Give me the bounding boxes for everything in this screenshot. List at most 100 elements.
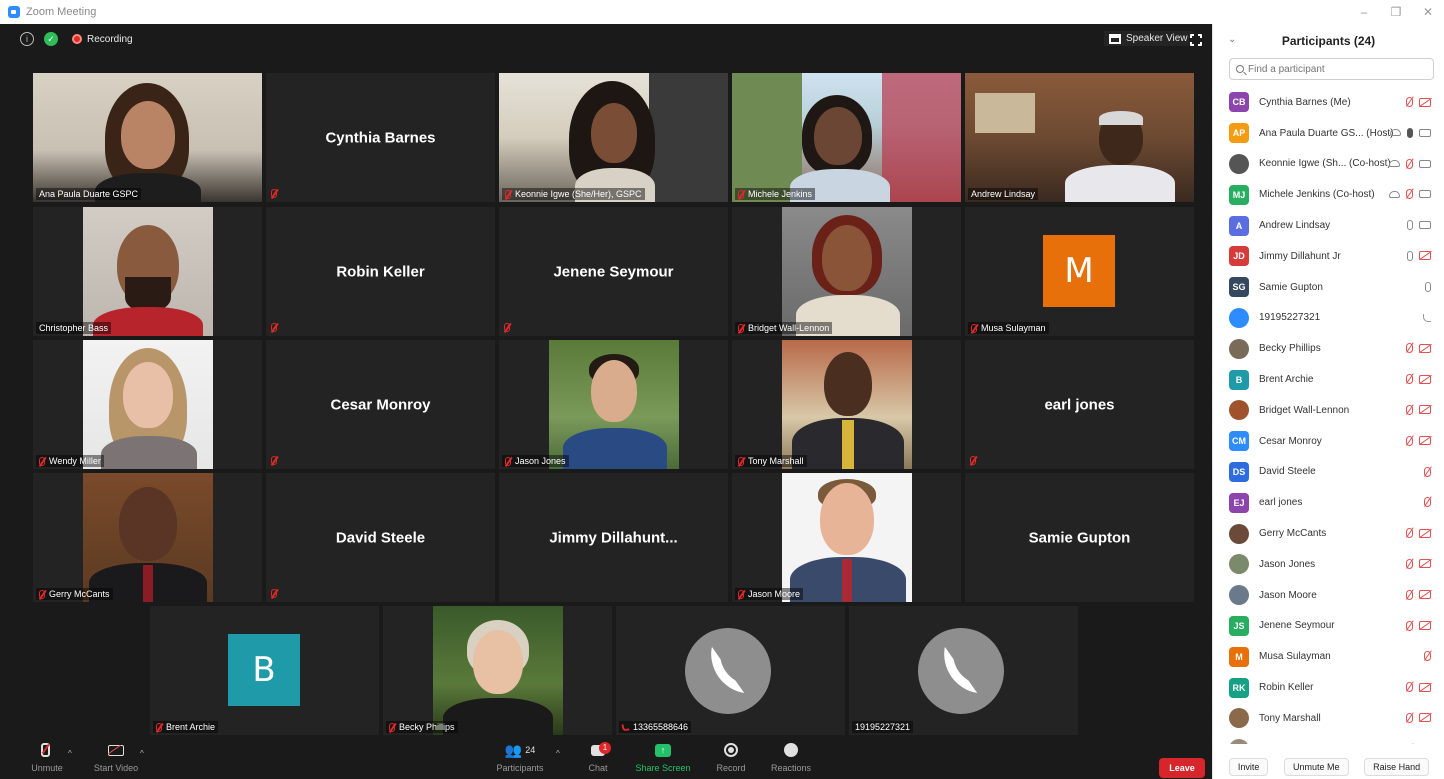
- participant-row[interactable]: B Brent Archie: [1213, 364, 1444, 395]
- participant-row[interactable]: RK Robin Keller: [1213, 672, 1444, 703]
- video-tile[interactable]: Jimmy Dillahunt...: [499, 473, 728, 602]
- participant-row[interactable]: Becky Phillips: [1213, 333, 1444, 364]
- minimize-button[interactable]: –: [1348, 0, 1380, 24]
- reactions-button[interactable]: Reactions: [756, 739, 826, 779]
- video-tile[interactable]: 19195227321: [849, 606, 1078, 735]
- recording-dot-icon: [72, 34, 82, 44]
- camera-off-icon: [1419, 559, 1431, 569]
- speaker-view-button[interactable]: Speaker View: [1104, 31, 1193, 46]
- participant-row[interactable]: CB Cynthia Barnes (Me): [1213, 87, 1444, 118]
- participants-button[interactable]: 👥 24 Participants: [485, 739, 555, 779]
- video-tile[interactable]: Wendy Miller: [33, 340, 262, 469]
- participant-photo: [781, 207, 912, 336]
- video-options-caret-icon[interactable]: ^: [140, 749, 144, 758]
- participant-row[interactable]: AP Ana Paula Duarte GS... (Host): [1213, 118, 1444, 149]
- participant-row[interactable]: Keonnie Igwe (Sh... (Co-host): [1213, 149, 1444, 180]
- close-button[interactable]: ✕: [1412, 0, 1444, 24]
- participant-name: Tony Marshall: [1259, 712, 1321, 724]
- phone-icon: [704, 646, 752, 694]
- participant-row[interactable]: JS Jenene Seymour: [1213, 611, 1444, 642]
- video-tile[interactable]: Jason Moore: [732, 473, 961, 602]
- participant-row[interactable]: CM Cesar Monroy: [1213, 426, 1444, 457]
- video-tile[interactable]: Cynthia Barnes: [266, 73, 495, 202]
- participant-row[interactable]: JD Jimmy Dillahunt Jr: [1213, 241, 1444, 272]
- unmute-me-button[interactable]: Unmute Me: [1283, 758, 1349, 776]
- participant-row[interactable]: Jason Jones: [1213, 549, 1444, 580]
- video-tile[interactable]: Jenene Seymour: [499, 207, 728, 336]
- phone-icon: [937, 646, 985, 694]
- share-screen-icon: ↑: [655, 743, 671, 757]
- video-tile[interactable]: Robin Keller: [266, 207, 495, 336]
- camera-off-icon: [1419, 251, 1431, 261]
- participant-avatar: [1229, 585, 1249, 606]
- tile-center-name: Jenene Seymour: [553, 263, 674, 280]
- video-tile[interactable]: David Steele: [266, 473, 495, 602]
- participants-caret-icon[interactable]: ^: [556, 749, 560, 758]
- video-tile[interactable]: Samie Gupton: [965, 473, 1194, 602]
- restore-button[interactable]: ❐: [1380, 0, 1412, 24]
- video-tile[interactable]: Andrew Lindsay: [965, 73, 1194, 202]
- muted-mic-icon: [971, 323, 977, 333]
- participant-row[interactable]: 19195227321: [1213, 303, 1444, 334]
- video-tile[interactable]: B Brent Archie: [150, 606, 379, 735]
- start-video-button[interactable]: Start Video: [81, 739, 151, 779]
- audio-options-caret-icon[interactable]: ^: [68, 749, 72, 758]
- participant-video: [965, 73, 1194, 202]
- invite-button[interactable]: Invite: [1228, 758, 1269, 776]
- camera-off-icon: [1419, 682, 1431, 692]
- unmute-button[interactable]: Unmute: [12, 739, 82, 779]
- muted-mic-icon: [39, 589, 45, 599]
- participant-row[interactable]: M Musa Sulayman: [1213, 641, 1444, 672]
- speaker-view-label: Speaker View: [1126, 33, 1188, 44]
- video-tile[interactable]: Bridget Wall-Lennon: [732, 207, 961, 336]
- video-tile[interactable]: Michele Jenkins: [732, 73, 961, 202]
- zoom-app-window: Zoom Meeting – ❐ ✕ i ✓ Recording Speaker…: [0, 0, 1444, 779]
- raise-hand-button[interactable]: Raise Hand: [1364, 758, 1430, 776]
- participant-row[interactable]: Bridget Wall-Lennon: [1213, 395, 1444, 426]
- leave-button[interactable]: Leave: [1159, 758, 1205, 778]
- collapse-chevron-down-icon[interactable]: ⌄: [1228, 34, 1236, 45]
- tile-name-label: Tony Marshall: [735, 455, 807, 467]
- participant-row[interactable]: A Andrew Lindsay: [1213, 210, 1444, 241]
- video-tile[interactable]: 13365588646: [616, 606, 845, 735]
- video-tile[interactable]: Keonnie Igwe (She/Her), GSPC: [499, 73, 728, 202]
- panel-footer: Invite Unmute Me Raise Hand: [1213, 755, 1444, 779]
- muted-mic-icon: [1406, 558, 1413, 569]
- tile-name-label: Gerry McCants: [36, 588, 113, 600]
- participant-status-icons: [1406, 703, 1431, 733]
- participant-photo: [82, 207, 213, 336]
- participant-name: Jason Jones: [1259, 558, 1316, 570]
- video-tile[interactable]: Gerry McCants: [33, 473, 262, 602]
- meeting-info-icon[interactable]: i: [20, 32, 34, 46]
- video-tile[interactable]: earl jones: [965, 340, 1194, 469]
- participant-search-box[interactable]: [1229, 58, 1434, 80]
- muted-mic-icon: [1424, 651, 1431, 662]
- muted-mic-icon: [970, 456, 976, 465]
- participant-avatar: [1229, 739, 1249, 744]
- video-tile[interactable]: Becky Phillips: [383, 606, 612, 735]
- participant-avatar: EJ: [1229, 492, 1249, 513]
- participant-row[interactable]: MJ Michele Jenkins (Co-host): [1213, 179, 1444, 210]
- video-tile[interactable]: Christopher Bass: [33, 207, 262, 336]
- fullscreen-icon[interactable]: [1189, 33, 1203, 47]
- participant-row[interactable]: Gerry McCants: [1213, 518, 1444, 549]
- muted-phone-icon: [621, 722, 630, 732]
- participant-row[interactable]: SG Samie Gupton: [1213, 272, 1444, 303]
- video-tile[interactable]: Jason Jones: [499, 340, 728, 469]
- chat-button[interactable]: 1 Chat: [563, 739, 633, 779]
- video-tile[interactable]: Ana Paula Duarte GSPC: [33, 73, 262, 202]
- video-tile[interactable]: Cesar Monroy: [266, 340, 495, 469]
- participant-row[interactable]: Wendy Miller: [1213, 734, 1444, 744]
- participant-search-input[interactable]: [1248, 63, 1418, 75]
- participant-row[interactable]: Jason Moore: [1213, 580, 1444, 611]
- share-screen-button[interactable]: ↑ Share Screen: [628, 739, 698, 779]
- participant-row[interactable]: EJ earl jones: [1213, 487, 1444, 518]
- encryption-shield-icon[interactable]: ✓: [44, 32, 58, 46]
- video-tile[interactable]: M Musa Sulayman: [965, 207, 1194, 336]
- participant-row[interactable]: Tony Marshall: [1213, 703, 1444, 734]
- participant-row[interactable]: DS David Steele: [1213, 457, 1444, 488]
- muted-mic-icon: [271, 189, 277, 198]
- panel-header: ⌄ Participants (24): [1213, 24, 1444, 58]
- video-tile[interactable]: Tony Marshall: [732, 340, 961, 469]
- meeting-top-strip: i ✓ Recording Speaker View: [0, 24, 1212, 54]
